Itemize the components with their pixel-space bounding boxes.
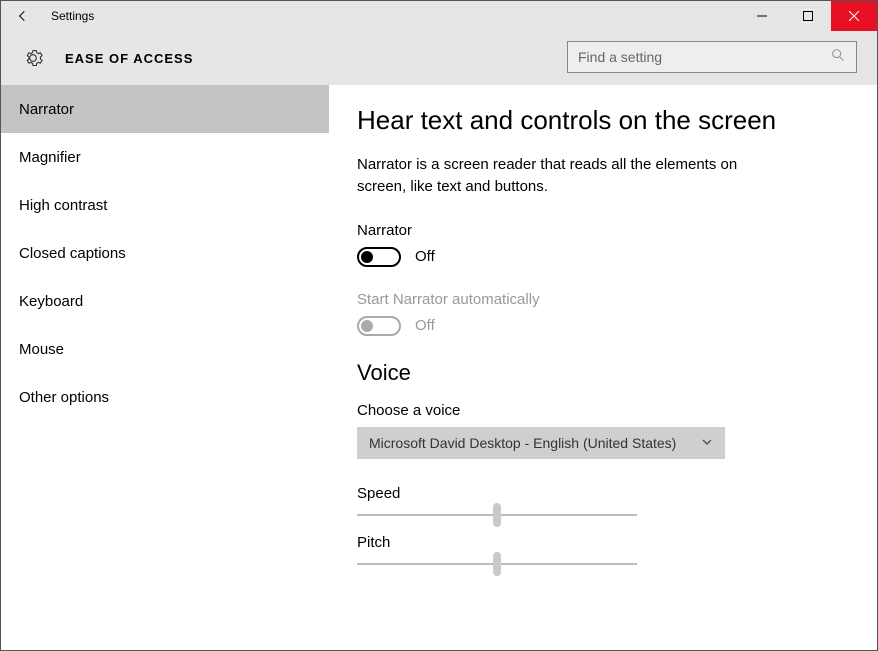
sidebar: Narrator Magnifier High contrast Closed … — [1, 85, 329, 650]
choose-voice-label: Choose a voice — [357, 402, 849, 419]
titlebar: Settings — [1, 1, 877, 31]
search-box[interactable] — [567, 41, 857, 73]
sidebar-item-high-contrast[interactable]: High contrast — [1, 181, 329, 229]
content: Hear text and controls on the screen Nar… — [329, 85, 877, 650]
sidebar-item-other-options[interactable]: Other options — [1, 373, 329, 421]
sidebar-item-label: Closed captions — [19, 245, 126, 262]
sidebar-item-label: High contrast — [19, 197, 107, 214]
search-icon — [830, 47, 846, 68]
gear-icon — [23, 48, 43, 68]
sidebar-item-keyboard[interactable]: Keyboard — [1, 277, 329, 325]
speed-label: Speed — [357, 485, 849, 502]
sidebar-item-label: Keyboard — [19, 293, 83, 310]
auto-start-toggle — [357, 316, 401, 336]
window-title: Settings — [51, 9, 94, 23]
sidebar-item-closed-captions[interactable]: Closed captions — [1, 229, 329, 277]
chevron-down-icon — [701, 435, 713, 451]
page-description: Narrator is a screen reader that reads a… — [357, 154, 787, 198]
search-input[interactable] — [578, 49, 830, 65]
sidebar-item-label: Narrator — [19, 101, 74, 118]
narrator-toggle-state: Off — [415, 248, 435, 265]
back-button[interactable] — [1, 1, 45, 31]
page-title: Hear text and controls on the screen — [357, 105, 849, 136]
sidebar-item-mouse[interactable]: Mouse — [1, 325, 329, 373]
narrator-toggle-label: Narrator — [357, 222, 849, 239]
auto-start-toggle-state: Off — [415, 317, 435, 334]
voice-heading: Voice — [357, 360, 849, 386]
voice-dropdown-selected: Microsoft David Desktop - English (Unite… — [369, 435, 676, 451]
sidebar-item-narrator[interactable]: Narrator — [1, 85, 329, 133]
pitch-label: Pitch — [357, 534, 849, 551]
voice-dropdown[interactable]: Microsoft David Desktop - English (Unite… — [357, 427, 725, 459]
speed-slider-thumb[interactable] — [493, 503, 501, 527]
body: Narrator Magnifier High contrast Closed … — [1, 85, 877, 650]
sidebar-item-magnifier[interactable]: Magnifier — [1, 133, 329, 181]
narrator-toggle[interactable] — [357, 247, 401, 267]
sidebar-item-label: Mouse — [19, 341, 64, 358]
pitch-slider-thumb[interactable] — [493, 552, 501, 576]
speed-slider[interactable] — [357, 514, 637, 516]
sidebar-item-label: Other options — [19, 389, 109, 406]
sidebar-item-label: Magnifier — [19, 149, 81, 166]
close-button[interactable] — [831, 1, 877, 31]
category-title: EASE OF ACCESS — [65, 51, 193, 66]
pitch-slider[interactable] — [357, 563, 637, 565]
auto-start-label: Start Narrator automatically — [357, 291, 849, 308]
minimize-button[interactable] — [739, 1, 785, 31]
window-controls — [739, 1, 877, 31]
header: EASE OF ACCESS — [1, 31, 877, 85]
maximize-button[interactable] — [785, 1, 831, 31]
